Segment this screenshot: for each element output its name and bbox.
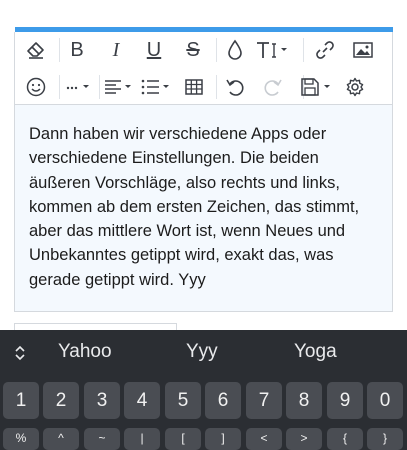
rich-text-editor: B I U S Dann haben wir verschiedene Apps… — [14, 32, 393, 312]
list-icon[interactable] — [139, 73, 175, 101]
settings-icon[interactable] — [341, 73, 369, 101]
undo-icon[interactable] — [221, 73, 249, 101]
italic-glyph: I — [112, 38, 120, 61]
eraser-icon[interactable] — [22, 36, 50, 64]
key-less-than[interactable]: < — [246, 428, 282, 450]
text-size-icon[interactable] — [255, 36, 291, 64]
strike-glyph: S — [186, 38, 200, 61]
key-1[interactable]: 1 — [3, 382, 39, 419]
expand-toolbar-icon[interactable] — [6, 339, 34, 367]
more-icon[interactable] — [63, 73, 95, 101]
key-left-bracket[interactable]: [ — [165, 428, 201, 450]
key-2[interactable]: 2 — [43, 382, 79, 419]
key-right-bracket[interactable]: ] — [205, 428, 241, 450]
table-icon[interactable] — [180, 73, 208, 101]
key-4[interactable]: 4 — [124, 382, 160, 419]
key-5[interactable]: 5 — [165, 382, 201, 419]
underline-icon[interactable]: U — [140, 36, 168, 64]
editor-content-area[interactable]: Dann haben wir verschiedene Apps oder ve… — [15, 105, 392, 311]
key-9[interactable]: 9 — [327, 382, 363, 419]
color-drop-icon[interactable] — [221, 36, 249, 64]
align-icon[interactable] — [102, 73, 136, 101]
link-icon[interactable] — [311, 36, 339, 64]
toolbar-separator — [216, 75, 217, 99]
key-caret[interactable]: ^ — [43, 428, 79, 450]
key-pipe[interactable]: | — [124, 428, 160, 450]
key-0[interactable]: 0 — [367, 382, 403, 419]
key-7[interactable]: 7 — [246, 382, 282, 419]
on-screen-keyboard: Yahoo Yyy Yoga 1 2 3 4 5 6 7 8 9 0 % ^ ~… — [0, 330, 407, 450]
key-tilde[interactable]: ~ — [84, 428, 120, 450]
editor-toolbar: B I U S — [15, 32, 392, 105]
toolbar-separator — [59, 75, 60, 99]
strikethrough-icon[interactable]: S — [179, 36, 207, 64]
image-icon[interactable] — [349, 36, 377, 64]
suggestion-right[interactable]: Yoga — [294, 341, 337, 363]
toolbar-separator — [216, 38, 217, 62]
toolbar-separator — [303, 38, 304, 62]
key-percent[interactable]: % — [3, 428, 39, 450]
bold-icon[interactable]: B — [63, 36, 91, 64]
bold-glyph: B — [70, 38, 84, 61]
suggestion-bar: Yahoo Yyy Yoga — [0, 330, 407, 376]
key-8[interactable]: 8 — [286, 382, 322, 419]
toolbar-separator — [99, 75, 100, 99]
suggestion-left[interactable]: Yahoo — [58, 341, 112, 363]
key-3[interactable]: 3 — [84, 382, 120, 419]
suggestion-center[interactable]: Yyy — [186, 341, 218, 363]
key-left-brace[interactable]: { — [327, 428, 363, 450]
emoji-icon[interactable] — [22, 73, 50, 101]
toolbar-separator — [59, 38, 60, 62]
key-right-brace[interactable]: } — [367, 428, 403, 450]
redo-icon — [259, 73, 287, 101]
italic-icon[interactable]: I — [102, 36, 130, 64]
key-greater-than[interactable]: > — [286, 428, 322, 450]
save-icon[interactable] — [299, 73, 339, 101]
editor-text: Dann haben wir verschiedene Apps oder ve… — [29, 125, 360, 289]
key-6[interactable]: 6 — [205, 382, 241, 419]
underline-glyph: U — [146, 38, 162, 61]
page: B I U S Dann haben wir verschiedene Apps… — [0, 0, 407, 450]
